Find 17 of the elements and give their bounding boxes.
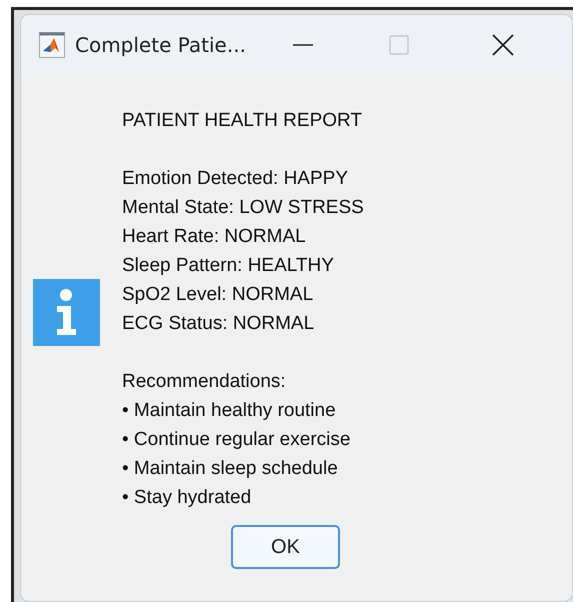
recommendation-item: • Stay hydrated [122, 486, 252, 510]
recommendation-item: • Continue regular exercise [122, 428, 352, 452]
status-line: Heart Rate: NORMAL [122, 225, 307, 249]
status-line: Mental State: LOW STRESS [122, 196, 364, 220]
status-line: Emotion Detected: HAPPY [122, 167, 349, 191]
status-line: ECG Status: NORMAL [122, 312, 316, 336]
recommendations-heading: Recommendations: [122, 370, 287, 394]
app-icon [39, 32, 65, 58]
ok-button[interactable]: OK [231, 525, 340, 569]
status-line: Sleep Pattern: HEALTHY [122, 254, 335, 278]
window-title: Complete Patie... [75, 33, 247, 57]
recommendation-item: • Maintain sleep schedule [122, 457, 339, 481]
recommendation-item: • Maintain healthy routine [122, 399, 337, 423]
report-heading: PATIENT HEALTH REPORT [122, 109, 364, 133]
close-icon[interactable] [491, 33, 515, 57]
status-line: SpO2 Level: NORMAL [122, 283, 314, 307]
info-icon [33, 278, 100, 346]
